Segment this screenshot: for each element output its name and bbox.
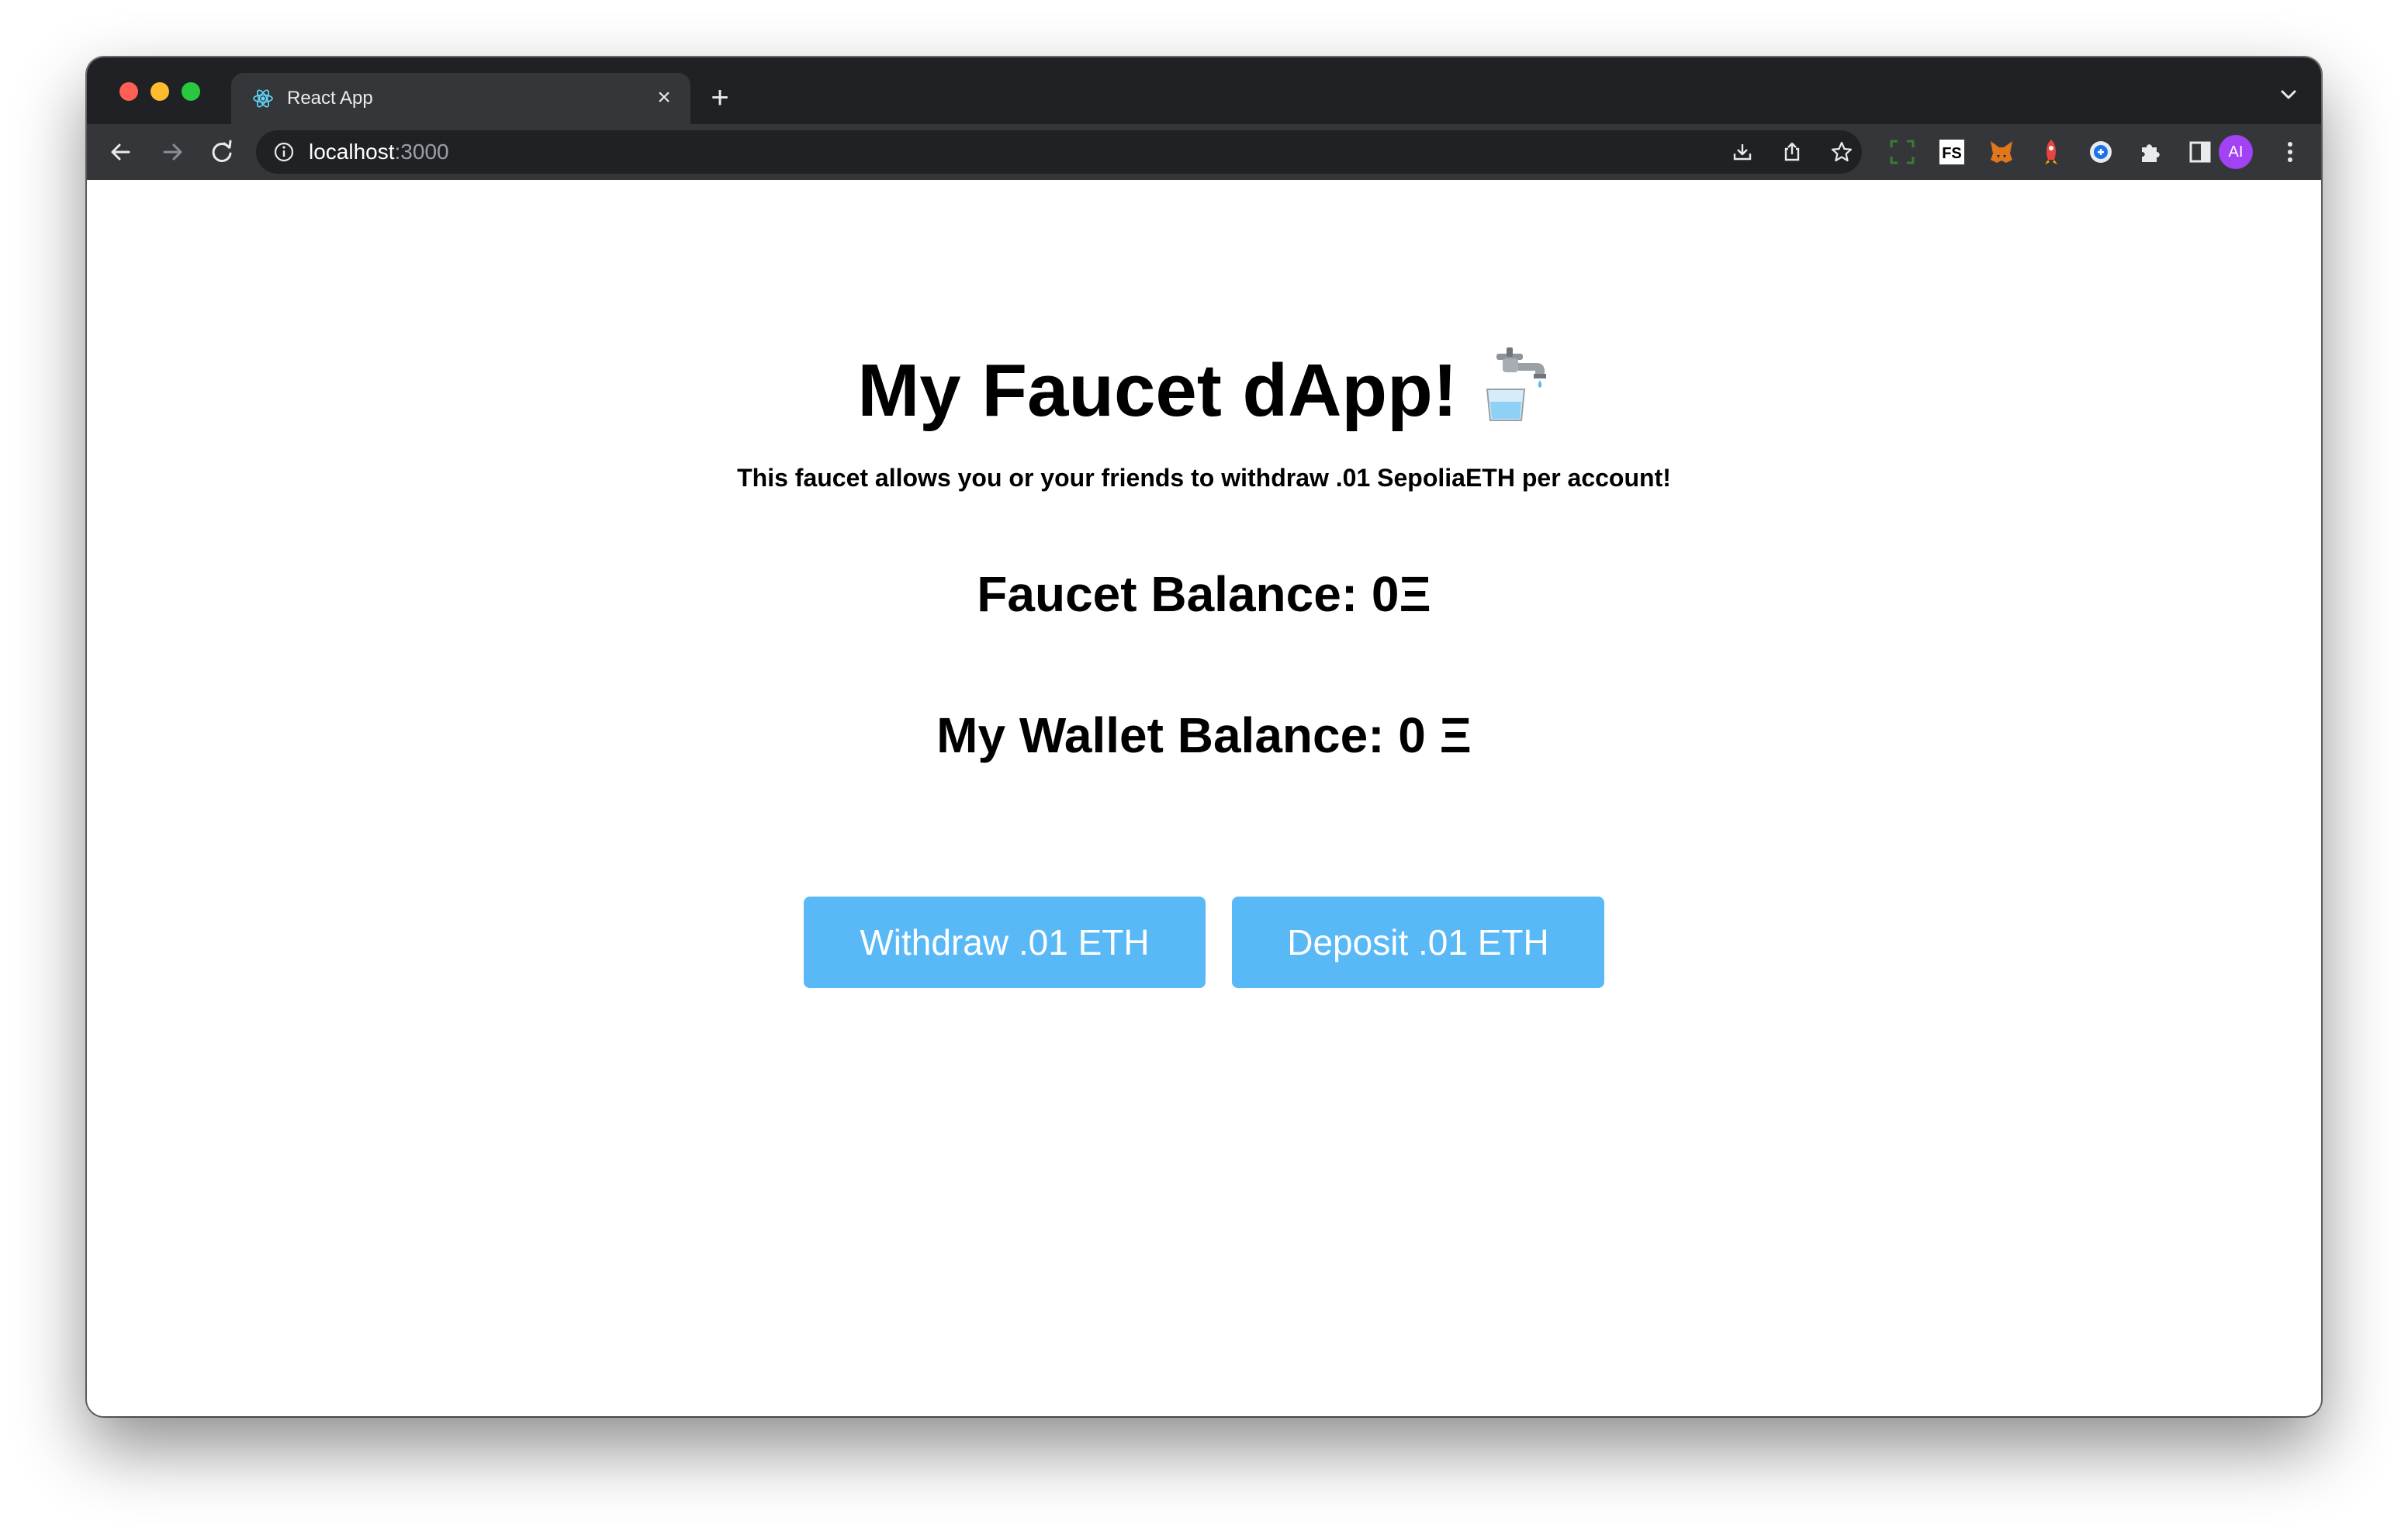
chevron-down-icon[interactable] — [2273, 79, 2304, 110]
wallet-balance: My Wallet Balance: 0 Ξ — [936, 707, 1472, 763]
browser-toolbar: localhost:3000 FS AI — [87, 124, 2321, 180]
tab-title: React App — [287, 88, 373, 109]
page-content: My Faucet dApp! This faucet allows you o… — [87, 180, 2321, 1416]
share-icon[interactable] — [1780, 140, 1804, 164]
close-icon[interactable]: × — [650, 84, 678, 112]
wallet-extension-icon[interactable] — [2085, 137, 2116, 168]
reload-icon[interactable] — [205, 135, 239, 169]
faucet-balance: Faucet Balance: 0Ξ — [977, 566, 1431, 622]
profile-avatar[interactable]: AI — [2219, 135, 2253, 169]
back-arrow-icon[interactable] — [104, 135, 138, 169]
metamask-fox-icon[interactable] — [1986, 137, 2017, 168]
svg-text:FS: FS — [1942, 145, 1962, 162]
forward-arrow-icon[interactable] — [155, 135, 189, 169]
rocket-extension-icon[interactable] — [2036, 137, 2067, 168]
puzzle-extensions-icon[interactable] — [2135, 137, 2166, 168]
tab-bar: React App × + — [87, 57, 2321, 124]
react-icon — [253, 89, 273, 108]
url-host: localhost — [309, 140, 395, 164]
bookmark-star-icon[interactable] — [1829, 140, 1854, 164]
fs-extension-icon[interactable]: FS — [1936, 137, 1967, 168]
side-panel-icon[interactable] — [2185, 137, 2216, 168]
minimize-window-button[interactable] — [150, 82, 169, 101]
faucet-icon — [1486, 347, 1546, 421]
info-icon[interactable] — [272, 140, 296, 164]
page-title-text: My Faucet dApp! — [857, 349, 1458, 432]
close-window-button[interactable] — [119, 82, 138, 101]
page-title: My Faucet dApp! — [87, 343, 2321, 434]
more-vertical-icon[interactable] — [2273, 135, 2307, 169]
address-bar[interactable]: localhost:3000 — [256, 130, 1862, 174]
plus-icon[interactable]: + — [704, 82, 735, 113]
withdraw-button[interactable]: Withdraw .01 ETH — [804, 897, 1206, 988]
page-subtitle: This faucet allows you or your friends t… — [737, 464, 1671, 492]
browser-window: React App × + localhost:3000 FS AI My Fa… — [87, 57, 2321, 1416]
tab-react-app[interactable]: React App × — [231, 73, 690, 124]
url-port: :3000 — [394, 140, 449, 164]
screenshot-extension-icon[interactable] — [1887, 137, 1918, 168]
zoom-window-button[interactable] — [182, 82, 200, 101]
deposit-button[interactable]: Deposit .01 ETH — [1232, 897, 1604, 988]
install-app-icon[interactable] — [1730, 140, 1755, 164]
url-text[interactable]: localhost:3000 — [309, 138, 449, 166]
